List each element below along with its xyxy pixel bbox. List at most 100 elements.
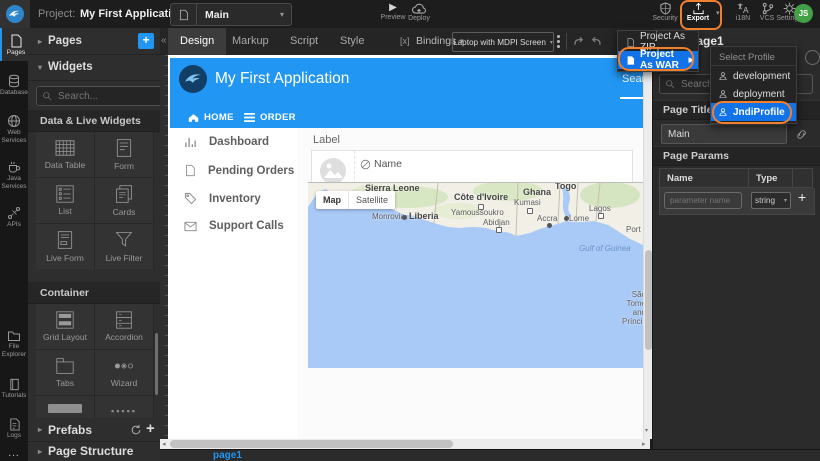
- menu-item-support-calls[interactable]: Support Calls: [184, 220, 284, 232]
- rail-item-file-explorer[interactable]: File Explorer: [0, 324, 28, 364]
- nav-order[interactable]: ORDER: [244, 112, 296, 123]
- folder-icon: [7, 330, 21, 342]
- coffee-icon: [7, 160, 21, 174]
- widget-search[interactable]: [36, 86, 162, 106]
- nav-label: ORDER: [260, 112, 296, 123]
- widget-wizard[interactable]: Wizard: [95, 350, 153, 395]
- page-structure-section-header[interactable]: ▸ Page Structure: [28, 441, 160, 461]
- project-name: My First Application: [80, 8, 185, 20]
- widget-accordion[interactable]: Accordion: [95, 304, 153, 349]
- widget-live-form[interactable]: Live Form: [36, 224, 94, 269]
- menu-item-dashboard[interactable]: Dashboard: [184, 136, 269, 148]
- rail-item-apis[interactable]: APIs: [0, 200, 28, 235]
- wavemaker-logo[interactable]: [0, 0, 30, 28]
- security-label: Security: [648, 15, 682, 22]
- scrollbar-thumb[interactable]: [170, 440, 453, 448]
- tab-script[interactable]: Script: [278, 28, 330, 55]
- profile-jndiprofile[interactable]: JndiProfile: [711, 103, 796, 121]
- rail-item-java-services[interactable]: Java Services: [0, 154, 28, 196]
- profile-development[interactable]: development: [711, 67, 796, 85]
- param-type-select[interactable]: string ▾: [751, 192, 791, 209]
- widget-grid-layout[interactable]: Grid Layout: [36, 304, 94, 349]
- search-icon: [665, 79, 675, 89]
- page-title-input[interactable]: Main: [661, 124, 787, 144]
- widget-cards[interactable]: Cards: [95, 178, 153, 223]
- map-widget[interactable]: Map Satellite Sierra Leone Monrovia Libe…: [308, 182, 643, 368]
- device-selector[interactable]: Laptop with MDPI Screen ▾: [452, 32, 554, 52]
- refresh-circle-icon[interactable]: [805, 50, 820, 65]
- redo-button[interactable]: [590, 35, 603, 48]
- widget-data-table[interactable]: Data Table: [36, 132, 94, 177]
- user-avatar[interactable]: JS: [794, 4, 813, 23]
- scroll-down-arrow[interactable]: ▾: [645, 427, 648, 434]
- tab-design[interactable]: Design: [168, 28, 226, 55]
- collapse-panel-icon[interactable]: «: [161, 35, 167, 46]
- widget-tabs[interactable]: Tabs: [36, 350, 94, 395]
- profile-deployment[interactable]: deployment: [711, 85, 796, 103]
- undo-button[interactable]: [572, 35, 585, 48]
- svg-text:A: A: [743, 5, 749, 15]
- expand-arrow-icon: ▾: [38, 63, 42, 72]
- widgets-section-header[interactable]: ▾ Widgets: [28, 54, 160, 81]
- pages-icon: [9, 34, 23, 48]
- widget-label: Form: [114, 161, 134, 171]
- menu-item-project-as-war[interactable]: Project As WAR ▶: [618, 51, 698, 69]
- add-page-button[interactable]: +: [138, 33, 154, 49]
- panel-scrollbar[interactable]: [155, 333, 158, 395]
- widget-partial-right[interactable]: ▪▪▪▪▪: [95, 396, 153, 418]
- canvas-horizontal-scrollbar[interactable]: ◂ ▸: [160, 439, 650, 449]
- app-title: My First Application: [215, 70, 349, 88]
- menu-label: Support Calls: [209, 220, 284, 232]
- tab-style[interactable]: Style: [328, 28, 376, 55]
- rail-item-tutorials[interactable]: Tutorials: [0, 372, 28, 406]
- map-label: Lagos: [589, 204, 611, 213]
- map-label: Port: [626, 225, 641, 234]
- label-widget[interactable]: Label: [313, 134, 340, 146]
- app-header[interactable]: My First Application Search HOME ORDER: [170, 58, 643, 128]
- link-icon[interactable]: [795, 128, 808, 141]
- scrollbar-thumb[interactable]: [645, 250, 652, 350]
- deploy-button[interactable]: Deploy: [402, 2, 436, 22]
- add-prefab-button[interactable]: +: [146, 420, 155, 437]
- rail-item-web-services[interactable]: Web Services: [0, 108, 28, 150]
- widget-list[interactable]: List: [36, 178, 94, 223]
- refresh-icon[interactable]: [130, 424, 142, 436]
- rail-more-button[interactable]: ...: [0, 448, 28, 459]
- map-button[interactable]: Map: [316, 191, 349, 209]
- param-name-input[interactable]: [664, 192, 742, 209]
- rail-label: Pages: [2, 49, 30, 57]
- rail-label: Java Services: [0, 175, 28, 190]
- page-selector-value: Main: [205, 9, 229, 21]
- param-col-actions: [793, 168, 813, 188]
- tab-markup[interactable]: Markup: [220, 28, 281, 55]
- more-options-button[interactable]: [554, 34, 562, 49]
- export-label: Export: [681, 15, 715, 22]
- menu-label: Inventory: [209, 193, 261, 205]
- globe-icon: [7, 114, 21, 128]
- status-page-name[interactable]: page1: [213, 450, 242, 461]
- prefabs-section-header[interactable]: ▸ Prefabs +: [28, 418, 160, 442]
- rail-item-databases[interactable]: Databases: [0, 68, 28, 103]
- scroll-left-arrow[interactable]: ◂: [162, 440, 166, 448]
- slash-circle-icon: [360, 159, 371, 170]
- widget-live-filter[interactable]: Live Filter: [95, 224, 153, 269]
- pages-section-header[interactable]: ▸ Pages +: [28, 28, 160, 55]
- chevron-down-icon: ▾: [784, 197, 787, 204]
- satellite-button[interactable]: Satellite: [349, 191, 395, 209]
- design-canvas[interactable]: My First Application Search HOME ORDER D…: [168, 55, 643, 439]
- nav-home[interactable]: HOME: [188, 112, 234, 123]
- widget-form[interactable]: Form: [95, 132, 153, 177]
- export-button[interactable]: Export: [681, 2, 715, 22]
- page-selector[interactable]: Main ▾: [170, 3, 292, 26]
- menu-item-pending-orders[interactable]: Pending Orders: [184, 164, 294, 177]
- add-param-button[interactable]: +: [798, 189, 806, 205]
- rail-item-logs[interactable]: Logs: [0, 412, 28, 446]
- rail-item-pages[interactable]: Pages: [0, 28, 30, 61]
- scroll-right-arrow[interactable]: ▸: [642, 440, 646, 448]
- widget-search-input[interactable]: [56, 90, 156, 103]
- security-button[interactable]: Security: [648, 2, 682, 22]
- widget-partial-left[interactable]: [36, 396, 94, 418]
- bindings-button[interactable]: Bindings: [416, 35, 456, 47]
- data-live-widgets-grid: Data Table Form List Cards Live Form Liv…: [36, 132, 154, 269]
- menu-item-inventory[interactable]: Inventory: [184, 192, 261, 205]
